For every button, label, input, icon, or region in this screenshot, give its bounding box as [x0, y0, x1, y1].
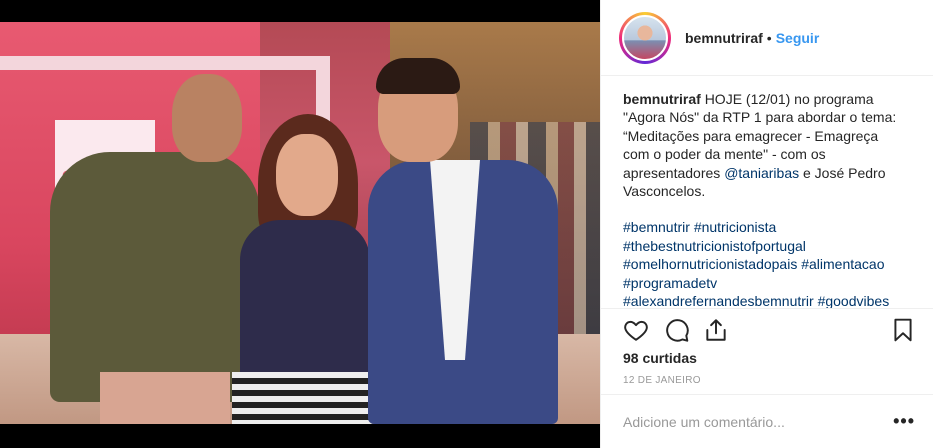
hashtag-link[interactable]: #bemnutrir	[623, 219, 690, 235]
header-username[interactable]: bemnutriraf	[685, 30, 763, 46]
hashtag-link[interactable]: #alexandrefernandesbemnutrir	[623, 293, 814, 309]
caption: bemnutriraf HOJE (12/01) no programa "Ag…	[601, 76, 937, 310]
hashtag-link[interactable]: #thebestnutricionistofportugal	[623, 238, 806, 254]
person-center-head	[276, 134, 338, 216]
hashtag-line: #programadetv	[623, 274, 907, 292]
post-photo[interactable]: agora	[0, 22, 600, 424]
comment-bar: •••	[601, 394, 933, 448]
person-left-head	[172, 74, 242, 162]
hashtag-link[interactable]: #nutricionista	[694, 219, 777, 235]
hashtag-link[interactable]: #goodvibes	[818, 293, 890, 309]
post-sidebar: bemnutriraf • Seguir bemnutriraf HOJE (1…	[600, 0, 937, 448]
hashtag-line: #omelhornutricionistadopais #alimentacao	[623, 255, 907, 273]
hashtag-line: #bemnutrir #nutricionista	[623, 218, 907, 236]
likes-count[interactable]: 98 curtidas	[623, 350, 697, 366]
header-user-row: bemnutriraf • Seguir	[685, 30, 819, 46]
more-options-icon[interactable]: •••	[893, 411, 915, 432]
post-date[interactable]: 12 DE JANEIRO	[623, 375, 701, 386]
person-left-legs	[100, 372, 230, 424]
caption-username[interactable]: bemnutriraf	[623, 91, 701, 107]
person-right-hair	[376, 58, 460, 94]
comment-icon[interactable]	[664, 317, 690, 343]
avatar[interactable]	[622, 14, 668, 61]
hashtag-link[interactable]: #alimentacao	[801, 256, 884, 272]
avatar-story-ring[interactable]	[619, 11, 671, 64]
bookmark-icon[interactable]	[890, 317, 916, 343]
person-center-skirt	[232, 372, 372, 424]
hashtag-list: #bemnutrir #nutricionista #thebestnutric…	[623, 218, 907, 310]
photo-pane: agora	[0, 0, 600, 448]
person-left-body	[50, 152, 260, 402]
mention-link[interactable]: @taniaribas	[724, 165, 799, 181]
instagram-post: agora bemnutriraf • Seguir	[0, 0, 937, 448]
hashtag-link[interactable]: #omelhornutricionistadopais	[623, 256, 797, 272]
share-icon[interactable]	[703, 317, 729, 343]
action-bar	[601, 308, 933, 348]
post-header: bemnutriraf • Seguir	[601, 0, 933, 76]
follow-button[interactable]: Seguir	[776, 30, 820, 46]
heart-icon[interactable]	[623, 317, 649, 343]
hashtag-link[interactable]: #programadetv	[623, 275, 717, 291]
header-separator: •	[766, 29, 772, 46]
comment-input[interactable]	[623, 413, 894, 430]
hashtag-line: #thebestnutricionistofportugal	[623, 237, 907, 255]
